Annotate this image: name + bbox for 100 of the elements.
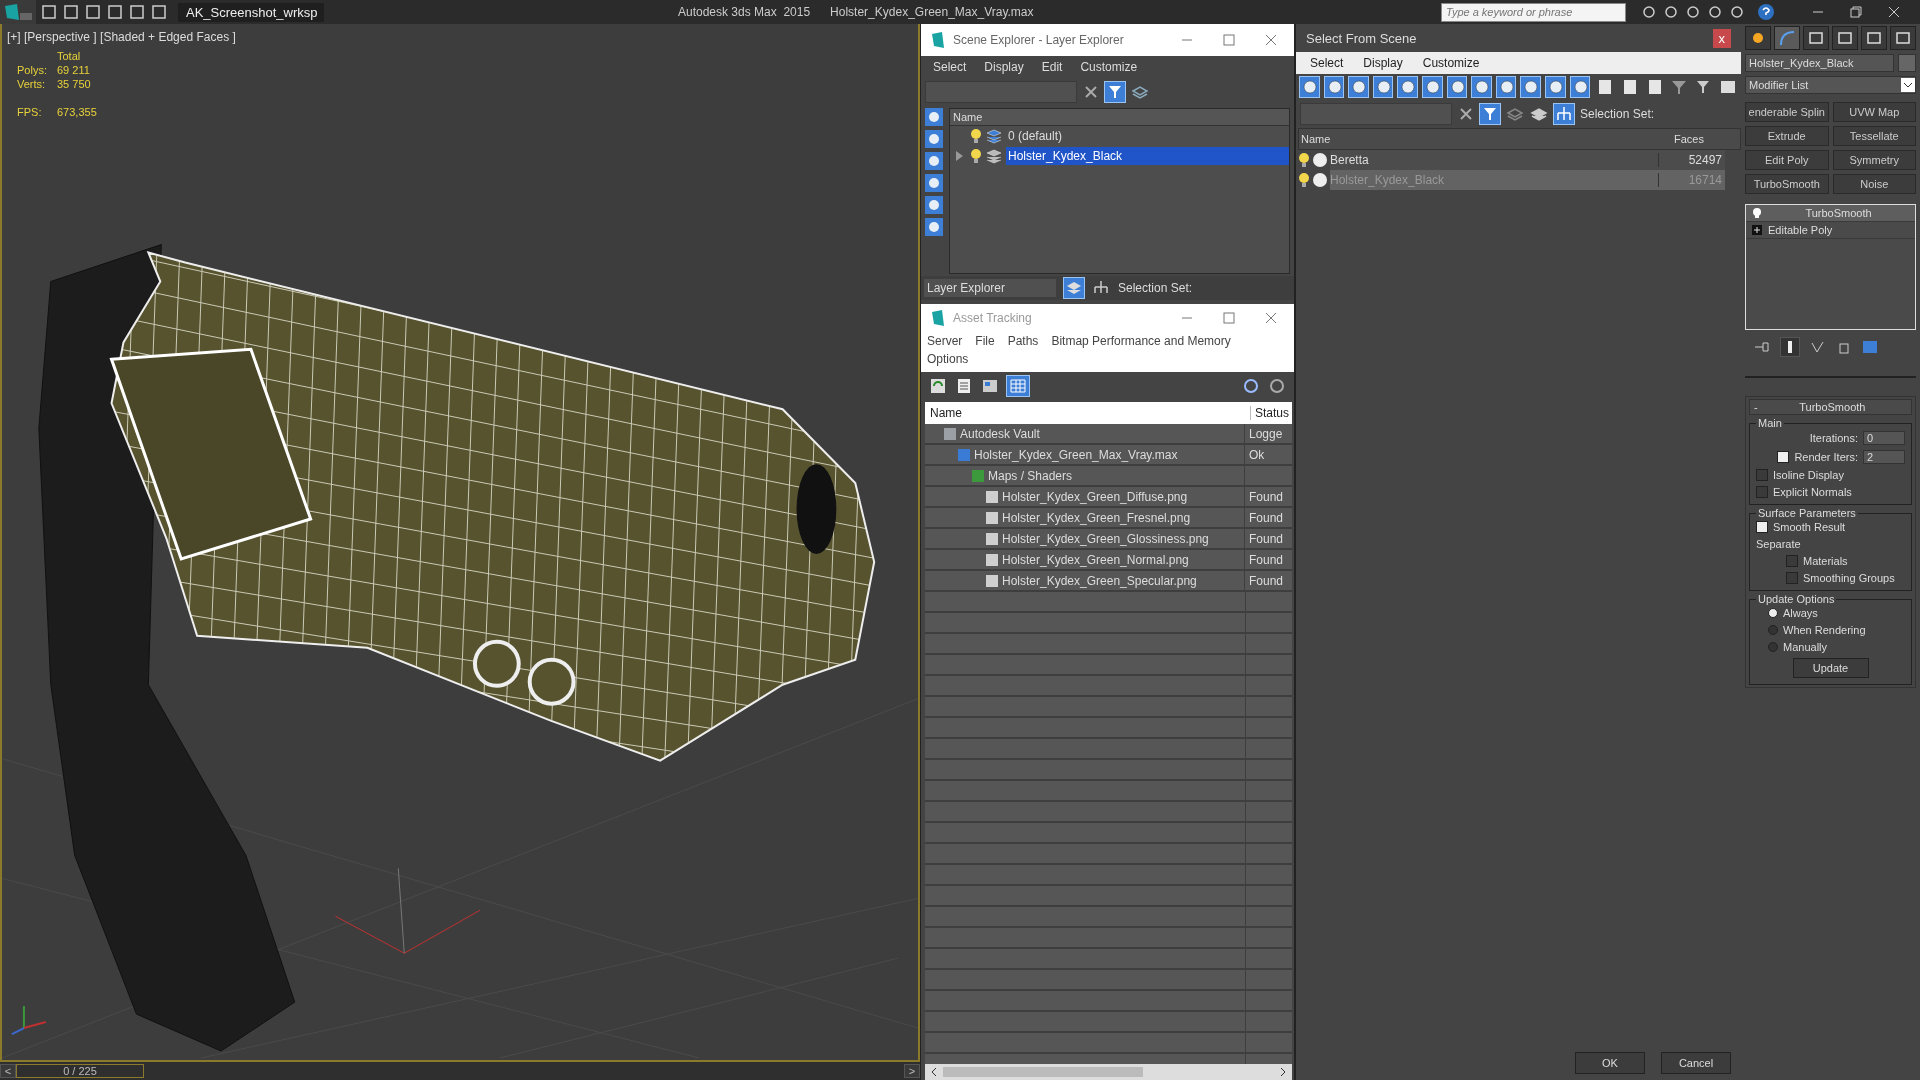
thumbnail-icon[interactable] xyxy=(981,377,999,395)
dialog-button[interactable]: OK xyxy=(1575,1052,1645,1074)
menu-item[interactable]: Paths xyxy=(1007,334,1039,348)
lightbulb-icon[interactable] xyxy=(970,148,982,164)
modifier-button[interactable]: Noise xyxy=(1832,174,1916,194)
checkbox[interactable] xyxy=(1786,555,1798,567)
object-row[interactable]: Beretta 52497 xyxy=(1330,150,1725,170)
column-header[interactable]: Name xyxy=(1299,133,1671,145)
command-panel-tab[interactable] xyxy=(1774,26,1800,50)
asset-name[interactable]: Maps / Shaders xyxy=(988,468,1073,483)
filter-icon[interactable] xyxy=(1480,104,1500,124)
command-panel-tab[interactable] xyxy=(1832,26,1858,50)
sphere-icon[interactable] xyxy=(1300,77,1319,97)
checkbox[interactable] xyxy=(1756,486,1768,498)
asset-name[interactable]: Holster_Kydex_Green_Glossiness.png xyxy=(1002,531,1209,546)
next-frame-button[interactable]: > xyxy=(904,1064,920,1078)
toolbar-icon[interactable] xyxy=(1684,4,1702,20)
dialog-button[interactable]: Cancel xyxy=(1661,1052,1731,1074)
lightbulb-icon[interactable] xyxy=(1752,207,1762,219)
menu-item[interactable]: Bitmap Performance and Memory xyxy=(1051,334,1231,348)
modifier-list-dropdown[interactable]: Modifier List xyxy=(1745,76,1916,94)
asset-name[interactable]: Holster_Kydex_Green_Fresnel.png xyxy=(1002,510,1191,525)
clear-icon[interactable] xyxy=(1083,84,1099,100)
modifier-button[interactable]: Edit Poly xyxy=(1745,150,1829,170)
refresh-icon[interactable] xyxy=(929,377,947,395)
asset-name[interactable]: Autodesk Vault xyxy=(960,426,1040,441)
close-icon[interactable] xyxy=(1264,33,1278,47)
checkbox[interactable] xyxy=(1756,521,1768,533)
layer-item[interactable]: Holster_Kydex_Black xyxy=(1006,147,1289,165)
asset-name[interactable]: Holster_Kydex_Green_Specular.png xyxy=(1002,573,1197,588)
viewport[interactable]: [+] [Perspective ] [Shaded + Edged Faces ] Total Polys: 69 211 Verts: 35 750 FPS: 673,355 xyxy=(0,24,920,1062)
layers-icon[interactable] xyxy=(1530,105,1548,123)
horizontal-scrollbar[interactable] xyxy=(925,1064,1292,1080)
scroll-left-icon[interactable] xyxy=(929,1066,939,1078)
app-logo-icon[interactable] xyxy=(0,0,36,24)
expand-icon[interactable] xyxy=(1752,225,1762,235)
radio-button[interactable] xyxy=(1768,608,1778,618)
asset-name[interactable]: Holster_Kydex_Green_Normal.png xyxy=(1002,552,1189,567)
menu-item[interactable]: Edit xyxy=(1041,60,1063,74)
layer-row[interactable]: 0 (default) xyxy=(950,126,1289,146)
menu-item[interactable]: Customize xyxy=(1080,60,1138,74)
list-icon[interactable] xyxy=(955,377,973,395)
color-swatch[interactable] xyxy=(1898,54,1916,72)
command-panel-tab[interactable] xyxy=(1803,26,1829,50)
toolbar-icon[interactable] xyxy=(1706,4,1724,20)
close-icon[interactable] xyxy=(1264,311,1278,325)
previous-frame-button[interactable]: < xyxy=(0,1064,16,1078)
menu-item[interactable]: Customize xyxy=(1422,56,1480,70)
column-header[interactable]: Faces xyxy=(1671,133,1704,145)
menu-item[interactable]: Options xyxy=(927,352,969,366)
table-icon[interactable] xyxy=(1007,376,1029,396)
modifier-button[interactable]: UVW Map xyxy=(1832,102,1916,122)
clear-icon[interactable] xyxy=(1458,106,1474,122)
time-slider-thumb[interactable]: 0 / 225 xyxy=(16,1064,144,1078)
checkbox[interactable] xyxy=(1777,451,1790,463)
filter-icon[interactable] xyxy=(1105,82,1125,102)
column-header[interactable]: Name xyxy=(925,406,1251,420)
menu-item[interactable]: Server xyxy=(927,334,963,348)
menu-item[interactable]: Select xyxy=(933,60,967,74)
modifier-button[interactable]: enderable Splin xyxy=(1745,102,1829,122)
stack-item[interactable]: TurboSmooth xyxy=(1746,205,1915,222)
layers-icon[interactable] xyxy=(1131,83,1149,101)
layers-icon[interactable] xyxy=(1064,278,1084,298)
menu-item[interactable]: Display xyxy=(984,60,1024,74)
update-button[interactable]: Update xyxy=(1792,658,1869,678)
asset-name[interactable]: Holster_Kydex_Green_Max_Vray.max xyxy=(974,447,1178,462)
collapse-toggle[interactable]: - xyxy=(1754,401,1758,413)
close-button[interactable]: x xyxy=(1712,28,1731,48)
time-slider-track[interactable]: < 0 / 225 > xyxy=(0,1062,920,1080)
toolbar-icon[interactable] xyxy=(1662,4,1680,20)
toolbar-icon[interactable] xyxy=(1640,4,1658,20)
rollout-title[interactable]: TurboSmooth xyxy=(1757,401,1907,413)
modifier-button[interactable]: TurboSmooth xyxy=(1745,174,1829,194)
modifier-button[interactable]: Extrude xyxy=(1745,126,1829,146)
lightbulb-icon[interactable] xyxy=(1298,172,1310,188)
pin-icon[interactable] xyxy=(1753,339,1771,355)
expand-arrow-icon[interactable] xyxy=(954,150,964,162)
checkbox[interactable] xyxy=(1756,469,1768,481)
modifier-button[interactable]: Symmetry xyxy=(1832,150,1916,170)
spinner-field[interactable]: 2 xyxy=(1863,450,1905,464)
layers-icon[interactable] xyxy=(1506,105,1524,123)
restore-icon[interactable] xyxy=(1848,4,1864,20)
radio-button[interactable] xyxy=(1768,625,1778,635)
toolbar-icon[interactable] xyxy=(1728,4,1746,20)
layer-item[interactable]: 0 (default) xyxy=(1006,127,1289,145)
modifier-button[interactable]: Tessellate xyxy=(1832,126,1916,146)
viewport-label[interactable]: [+] [Perspective ] [Shaded + Edged Faces ] xyxy=(7,30,913,44)
column-header[interactable]: Status xyxy=(1251,406,1290,420)
radio-button[interactable] xyxy=(1768,642,1778,652)
column-header[interactable]: Name xyxy=(950,109,1289,126)
menu-item[interactable]: Select xyxy=(1310,56,1344,70)
scroll-right-icon[interactable] xyxy=(1278,1066,1288,1078)
command-panel-tab[interactable] xyxy=(1745,26,1771,50)
lightbulb-icon[interactable] xyxy=(970,128,982,144)
stack-item[interactable]: Editable Poly xyxy=(1746,222,1915,239)
command-panel-tab[interactable] xyxy=(1861,26,1887,50)
layer-row[interactable]: Holster_Kydex_Black xyxy=(950,146,1289,166)
close-icon[interactable] xyxy=(1886,4,1902,20)
spinner-field[interactable]: 0 xyxy=(1863,431,1905,445)
lightbulb-icon[interactable] xyxy=(1298,152,1310,168)
